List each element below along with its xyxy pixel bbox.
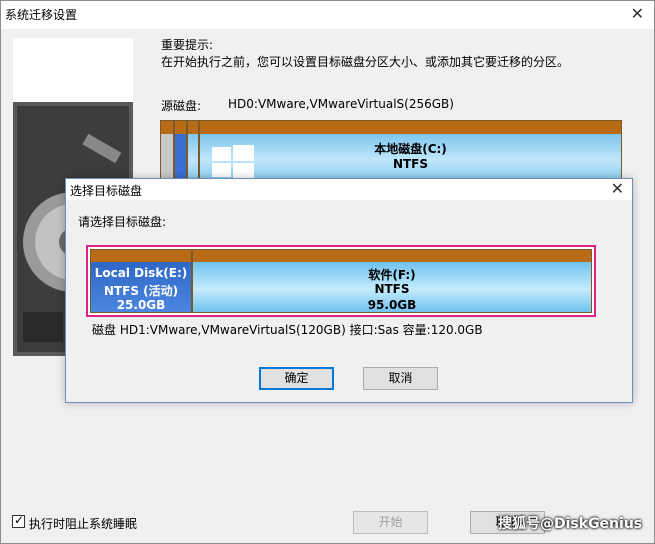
partition-f-name: 软件(F:) bbox=[368, 268, 416, 282]
close-icon[interactable]: ✕ bbox=[631, 4, 644, 23]
watermark: 搜狐号@DiskGenius bbox=[498, 516, 643, 532]
partition-f-size: 95.0GB bbox=[367, 298, 417, 312]
partition-e-size: 25.0GB bbox=[116, 298, 166, 312]
checkbox-label: 执行时阻止系统睡眠 bbox=[29, 517, 138, 531]
dialog-prompt: 请选择目标磁盘: bbox=[78, 215, 167, 229]
window-title: 系统迁移设置 bbox=[5, 8, 78, 22]
target-disk-map[interactable]: Local Disk(E:) NTFS (活动) 25.0GB 软件(F:) N… bbox=[86, 245, 596, 317]
dialog-title: 选择目标磁盘 bbox=[70, 184, 143, 198]
target-partition-f[interactable]: 软件(F:) NTFS 95.0GB bbox=[192, 249, 592, 313]
partition-e-name: Local Disk(E:) bbox=[94, 266, 188, 280]
dialog-close-icon[interactable]: ✕ bbox=[611, 179, 624, 198]
hint-text: 在开始执行之前，您可以设置目标磁盘分区大小、或添加其它要迁移的分区。 bbox=[161, 55, 570, 69]
start-button[interactable]: 开始 bbox=[353, 511, 428, 534]
hint-title: 重要提示: bbox=[161, 38, 214, 52]
dialog-cancel-button[interactable]: 取消 bbox=[363, 367, 438, 390]
partition-e-fs: NTFS (活动) bbox=[103, 284, 179, 298]
target-partition-e[interactable]: Local Disk(E:) NTFS (活动) 25.0GB bbox=[90, 249, 192, 313]
target-disk-info: 磁盘 HD1:VMware,VMwareVirtualS(120GB) 接口:S… bbox=[92, 323, 483, 337]
partition-c-name: 本地磁盘(C:) bbox=[374, 142, 447, 156]
source-partition-2[interactable] bbox=[174, 120, 187, 182]
source-partition-c[interactable]: 本地磁盘(C:) NTFS bbox=[199, 120, 622, 182]
source-disk-map: 本地磁盘(C:) NTFS bbox=[160, 120, 622, 182]
checkbox[interactable] bbox=[12, 513, 25, 528]
ok-button[interactable]: 确定 bbox=[259, 367, 334, 390]
source-partition-1[interactable] bbox=[160, 120, 174, 182]
partition-c-fs: NTFS bbox=[392, 157, 429, 171]
source-disk-value: HD0:VMware,VMwareVirtualS(256GB) bbox=[228, 97, 454, 111]
dialog-title-bar: 选择目标磁盘 ✕ bbox=[66, 179, 632, 200]
source-disk-label: 源磁盘: bbox=[161, 99, 202, 113]
source-partition-3[interactable] bbox=[187, 120, 199, 182]
partition-f-fs: NTFS bbox=[374, 282, 410, 296]
title-bar: 系统迁移设置 ✕ bbox=[1, 1, 654, 29]
select-target-disk-dialog: 选择目标磁盘 ✕ 请选择目标磁盘: Local Disk(E:) NTFS (活… bbox=[65, 178, 633, 403]
